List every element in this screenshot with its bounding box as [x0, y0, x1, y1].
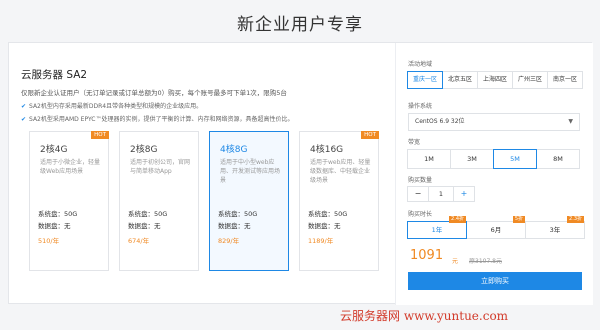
plus-button[interactable]: +: [453, 186, 475, 202]
os-select[interactable]: CentOS 6.9 32位 ▼: [408, 113, 580, 131]
plan-card[interactable]: HOT 2核4G 适用于小微企业，轻量级Web应用场景 系统盘：50G 数据盘：…: [29, 131, 109, 271]
chevron-down-icon: ▼: [568, 118, 573, 125]
config-panel: 活动地域 重庆一区 北京五区 上海四区 广州三区 南京一区 操作系统 CentO…: [395, 43, 593, 305]
plan-list: HOT 2核4G 适用于小微企业，轻量级Web应用场景 系统盘：50G 数据盘：…: [29, 131, 385, 271]
product-title: 云服务器 SA2: [21, 69, 88, 81]
duration-option[interactable]: 3年 2.3折: [525, 216, 585, 239]
total-price: 1091: [410, 248, 444, 263]
plan-spec: 4核16G: [310, 145, 344, 155]
plan-price: 1189/年: [308, 237, 334, 245]
quantity-stepper: − 1 +: [407, 186, 475, 202]
discount-badge: 5折: [512, 216, 525, 223]
bandwidth-option[interactable]: 1M: [407, 149, 451, 169]
region-option[interactable]: 重庆一区: [407, 71, 443, 89]
plan-description: 适用于web应用、轻量级数据库、中轻载企业级场景: [310, 159, 371, 184]
duration-option[interactable]: 6月 5折: [466, 216, 526, 239]
feature-item: ✔ SA2机型内存采用最新DDR4且带各种类型和规模的企业级应用。: [21, 101, 202, 110]
region-option[interactable]: 广州三区: [512, 71, 548, 89]
plan-data-disk: 数据盘：无: [308, 222, 341, 230]
feature-text: SA2机型内存采用最新DDR4且带各种类型和规模的企业级应用。: [29, 103, 203, 110]
plan-data-disk: 数据盘：无: [218, 222, 251, 230]
plan-system-disk: 系统盘：50G: [38, 210, 78, 218]
quantity-label: 购买数量: [408, 177, 433, 184]
os-label: 操作系统: [408, 103, 433, 110]
plan-description: 适用于小微企业，轻量级Web应用场景: [40, 159, 101, 175]
duration-option[interactable]: 1年 2.4折: [407, 216, 467, 239]
plan-data-disk: 数据盘：无: [38, 222, 71, 230]
feature-text: SA2机型采用AMD EPYC™处理器的实例，提供了平衡的计算、内存和网络资源，…: [29, 116, 294, 123]
plan-description: 适用于中小型web应用、开发测试等应用场景: [220, 159, 281, 184]
product-description: 仅限新企业认证用户（无订单记录或订单总额为0）购买，每个账号最多可下单1次，限购…: [21, 89, 287, 97]
plan-price: 674/年: [128, 237, 150, 245]
quantity-input[interactable]: 1: [428, 186, 454, 202]
duration-label: 购买时长: [408, 211, 433, 218]
plan-data-disk: 数据盘：无: [128, 222, 161, 230]
os-value: CentOS 6.9 32位: [415, 118, 465, 125]
bandwidth-option[interactable]: 3M: [450, 149, 494, 169]
discount-badge: 2.3折: [567, 216, 584, 223]
product-card: 云服务器 SA2 仅限新企业认证用户（无订单记录或订单总额为0）购买，每个账号最…: [8, 42, 593, 305]
region-option[interactable]: 南京一区: [547, 71, 583, 89]
plan-card[interactable]: 2核8G 适用于初创公司，官网与简单移动App 系统盘：50G 数据盘：无 67…: [119, 131, 199, 271]
plan-system-disk: 系统盘：50G: [308, 210, 348, 218]
original-price: 原3107.8元: [469, 258, 502, 265]
hot-badge: HOT: [91, 131, 109, 139]
watermark: 云服务器网 www.yuntue.com: [340, 309, 509, 323]
feature-item: ✔ SA2机型采用AMD EPYC™处理器的实例，提供了平衡的计算、内存和网络资源…: [21, 114, 294, 123]
hot-badge: HOT: [361, 131, 379, 139]
duration-selector: 1年 2.4折 6月 5折 3年 2.3折: [407, 216, 585, 239]
check-icon: ✔: [21, 103, 27, 110]
plan-spec: 2核4G: [40, 145, 68, 155]
region-label: 活动地域: [408, 61, 433, 68]
region-selector: 重庆一区 北京五区 上海四区 广州三区 南京一区: [407, 71, 583, 89]
check-icon: ✔: [21, 116, 27, 123]
duration-label-text: 1年: [431, 226, 443, 234]
plan-spec: 4核8G: [220, 145, 248, 155]
product-info-panel: 云服务器 SA2 仅限新企业认证用户（无订单记录或订单总额为0）购买，每个账号最…: [9, 43, 395, 305]
duration-label-text: 6月: [490, 226, 502, 234]
plan-price: 829/年: [218, 237, 240, 245]
bandwidth-label: 带宽: [408, 139, 421, 146]
discount-badge: 2.4折: [449, 216, 466, 223]
bandwidth-selector: 1M 3M 5M 8M: [407, 149, 580, 169]
plan-description: 适用于初创公司，官网与简单移动App: [130, 159, 191, 175]
bandwidth-option[interactable]: 5M: [493, 149, 537, 169]
bandwidth-option[interactable]: 8M: [536, 149, 580, 169]
page-title: 新企业用户专享: [237, 15, 363, 35]
minus-button[interactable]: −: [407, 186, 429, 202]
duration-label-text: 3年: [549, 226, 561, 234]
region-option[interactable]: 上海四区: [477, 71, 513, 89]
plan-spec: 2核8G: [130, 145, 158, 155]
plan-card[interactable]: 4核8G 适用于中小型web应用、开发测试等应用场景 系统盘：50G 数据盘：无…: [209, 131, 289, 271]
buy-now-button[interactable]: 立即购买: [408, 272, 582, 290]
plan-system-disk: 系统盘：50G: [128, 210, 168, 218]
price-unit: 元: [452, 258, 459, 265]
plan-system-disk: 系统盘：50G: [218, 210, 258, 218]
region-option[interactable]: 北京五区: [442, 71, 478, 89]
plan-price: 510/年: [38, 237, 60, 245]
plan-card[interactable]: HOT 4核16G 适用于web应用、轻量级数据库、中轻载企业级场景 系统盘：5…: [299, 131, 379, 271]
